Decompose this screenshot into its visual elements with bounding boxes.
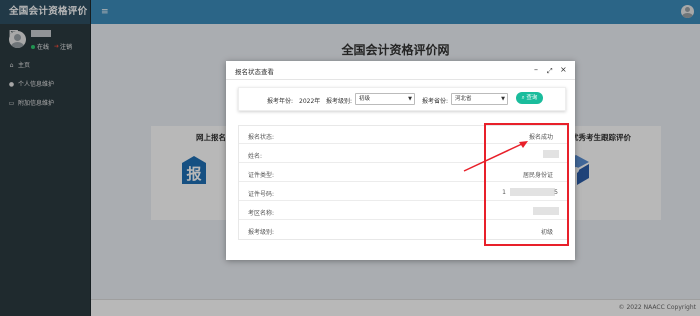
province-label: 报考省份:: [422, 98, 449, 105]
province-select-value: 河北省: [455, 96, 472, 102]
close-icon[interactable]: ×: [560, 64, 567, 76]
row-label: 证件号码:: [248, 191, 275, 198]
search-icon: ⌕: [521, 95, 525, 101]
maximize-icon[interactable]: ⤢: [547, 65, 553, 77]
annotation-highlight-box: [484, 123, 569, 246]
level-select[interactable]: 初级 ▼: [355, 93, 415, 105]
dialog-header: 报名状态查看 – ⤢ ×: [226, 61, 575, 80]
query-filter-bar: 报考年份: 2022年 报考级别: 初级 ▼ 报考省份: 河北省 ▼ ⌕ 查询: [238, 87, 566, 111]
chevron-down-icon: ▼: [501, 96, 505, 102]
row-label: 报名状态:: [248, 134, 275, 141]
row-label: 姓名:: [248, 153, 263, 160]
search-button[interactable]: ⌕ 查询: [516, 92, 543, 104]
year-value: 2022年: [299, 98, 321, 105]
year-label: 报考年份:: [267, 98, 294, 105]
row-label: 报考级别:: [248, 229, 275, 236]
search-button-label: 查询: [526, 95, 538, 101]
province-select[interactable]: 河北省 ▼: [451, 93, 508, 105]
minimize-icon[interactable]: –: [534, 64, 538, 76]
row-label: 证件类型:: [248, 172, 275, 179]
dialog-title: 报名状态查看: [235, 68, 274, 76]
level-select-value: 初级: [359, 96, 371, 102]
row-label: 考区名称:: [248, 210, 275, 217]
chevron-down-icon: ▼: [408, 96, 412, 102]
level-label: 报考级别:: [326, 98, 353, 105]
